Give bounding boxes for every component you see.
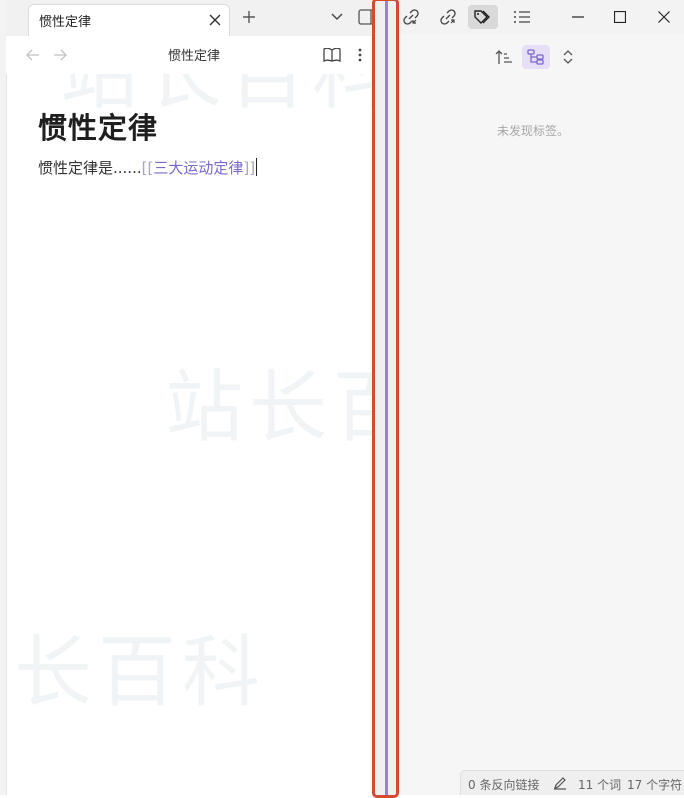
- note-body[interactable]: 惯性定律是......[[三大运动定律]]: [38, 157, 258, 178]
- status-char-count: 17 个字符: [627, 778, 683, 792]
- tags-empty-message: 未发现标签。: [497, 124, 570, 138]
- view-header: 惯性定律: [6, 36, 372, 74]
- tab-active[interactable]: 惯性定律: [28, 4, 230, 36]
- right-sidebar: [400, 0, 684, 795]
- close-icon[interactable]: [205, 10, 225, 30]
- tags-icon[interactable]: [468, 5, 498, 29]
- link-close-bracket: ]]: [243, 159, 256, 177]
- highlight-box: [372, 0, 399, 798]
- sort-icon[interactable]: [492, 45, 516, 69]
- plus-icon[interactable]: [238, 6, 260, 28]
- watermark: 站长百科: [0, 628, 267, 718]
- status-backlinks[interactable]: 0 条反向链接: [468, 776, 539, 793]
- tab-title: 惯性定律: [39, 15, 92, 30]
- link-in-icon[interactable]: [396, 5, 426, 29]
- arrow-left-icon[interactable]: [24, 46, 42, 64]
- internal-link[interactable]: 三大运动定律: [153, 159, 243, 177]
- expand-collapse-icon[interactable]: [558, 45, 578, 69]
- pencil-icon[interactable]: [552, 775, 568, 791]
- note-heading[interactable]: 惯性定律: [38, 105, 158, 147]
- chevron-down-icon[interactable]: [326, 6, 348, 28]
- tree-icon[interactable]: [522, 45, 550, 69]
- text-cursor: [256, 158, 258, 176]
- tab-bar: 惯性定律: [6, 0, 378, 37]
- note-body-text: 惯性定律是......: [38, 159, 142, 177]
- status-bar: 0 条反向链接 11 个词 17 个字符: [460, 770, 684, 795]
- window-close-icon[interactable]: [652, 5, 676, 29]
- more-vertical-icon[interactable]: [352, 45, 368, 65]
- book-open-icon[interactable]: [322, 45, 342, 65]
- left-ribbon: [0, 0, 7, 795]
- view-header-title[interactable]: 惯性定律: [139, 45, 249, 64]
- minimize-icon[interactable]: [566, 5, 590, 29]
- arrow-right-icon[interactable]: [51, 46, 69, 64]
- link-out-icon[interactable]: [433, 5, 463, 29]
- maximize-icon[interactable]: [608, 5, 632, 29]
- list-icon[interactable]: [507, 5, 537, 29]
- link-open-bracket: [[: [141, 159, 154, 177]
- status-word-count: 11 个词: [578, 778, 622, 792]
